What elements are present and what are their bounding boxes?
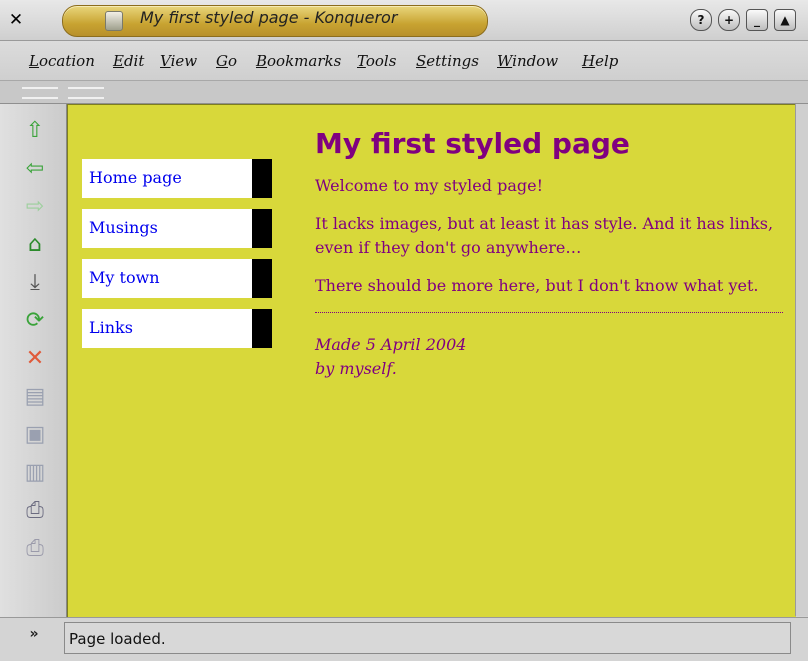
stop-icon[interactable]: ✕ xyxy=(22,346,48,372)
toolbar-overflow-icon[interactable]: » xyxy=(22,626,46,648)
nav-item-my-town: My town xyxy=(82,259,272,298)
menu-window[interactable]: Window xyxy=(497,52,558,70)
help-button[interactable]: ? xyxy=(690,9,712,31)
reload-icon[interactable]: ⟳ xyxy=(22,308,48,334)
nav-item-links: Links xyxy=(82,309,272,348)
toolbar-grip[interactable] xyxy=(22,87,58,99)
menu-tools[interactable]: Tools xyxy=(357,52,396,70)
vertical-toolbar: ⇧ ⇦ ⇨ ⌂ ⤓ ⟳ ✕ ▤ ▣ ▥ ⎙ ⎙ xyxy=(0,104,67,624)
home-icon[interactable]: ⌂ xyxy=(22,232,48,258)
up-arrow-icon[interactable]: ⇧ xyxy=(22,118,48,144)
paragraph-more: There should be more here, but I don't k… xyxy=(315,276,759,295)
paragraph-style: It lacks images, but at least it has sty… xyxy=(315,214,774,257)
nav-link-home[interactable]: Home page xyxy=(89,168,182,187)
status-text: Page loaded. xyxy=(64,622,791,654)
print-icon[interactable]: ⎙ xyxy=(22,498,48,524)
window-controls: ? + _ ▲ xyxy=(690,9,802,31)
main-content: My first styled page Welcome to my style… xyxy=(315,127,783,381)
minimize-button[interactable]: _ xyxy=(746,9,768,31)
nav-item-home: Home page xyxy=(82,159,272,198)
address-line-1: Made 5 April 2004 xyxy=(315,335,467,354)
maximize-button[interactable]: + xyxy=(718,9,740,31)
menu-view[interactable]: View xyxy=(160,52,197,70)
close-window-icon[interactable]: ✕ xyxy=(6,10,26,30)
nav-link-links[interactable]: Links xyxy=(89,318,133,337)
menu-go[interactable]: Go xyxy=(216,52,237,70)
menu-settings[interactable]: Settings xyxy=(416,52,479,70)
page-viewport: Home page Musings My town Links My first… xyxy=(67,104,796,617)
menu-bookmarks[interactable]: Bookmarks xyxy=(256,52,341,70)
window-title: My first styled page - Konqueror xyxy=(140,8,398,27)
forward-arrow-icon[interactable]: ⇨ xyxy=(22,194,48,220)
nav-item-musings: Musings xyxy=(82,209,272,248)
copy-icon[interactable]: ▣ xyxy=(22,422,48,448)
address-line-2: by myself. xyxy=(315,359,397,378)
title-bar: ✕ My first styled page - Konqueror ? + _ ▲ xyxy=(0,0,808,41)
nav-link-my-town[interactable]: My town xyxy=(89,268,160,287)
paste-icon[interactable]: ▥ xyxy=(22,460,48,486)
menu-edit[interactable]: Edit xyxy=(113,52,144,70)
toolbar-handle-strip xyxy=(0,81,808,104)
download-icon[interactable]: ⤓ xyxy=(22,270,48,296)
page-heading: My first styled page xyxy=(315,127,630,160)
paragraph-welcome: Welcome to my styled page! xyxy=(315,176,544,195)
menu-help[interactable]: Help xyxy=(582,52,618,70)
divider xyxy=(315,312,783,313)
toolbar-grip[interactable] xyxy=(68,87,104,99)
shade-button[interactable]: ▲ xyxy=(774,9,796,31)
cut-icon[interactable]: ▤ xyxy=(22,384,48,410)
vertical-scrollbar[interactable] xyxy=(795,104,808,616)
site-nav: Home page Musings My town Links xyxy=(82,159,272,359)
status-bar: » Page loaded. xyxy=(0,617,808,661)
menu-location[interactable]: Location xyxy=(29,52,95,70)
back-arrow-icon[interactable]: ⇦ xyxy=(22,156,48,182)
konqueror-app-icon xyxy=(105,11,123,31)
menu-bar: Location Edit View Go Bookmarks Tools Se… xyxy=(0,41,808,81)
nav-link-musings[interactable]: Musings xyxy=(89,218,158,237)
print-preview-icon[interactable]: ⎙ xyxy=(22,536,48,562)
